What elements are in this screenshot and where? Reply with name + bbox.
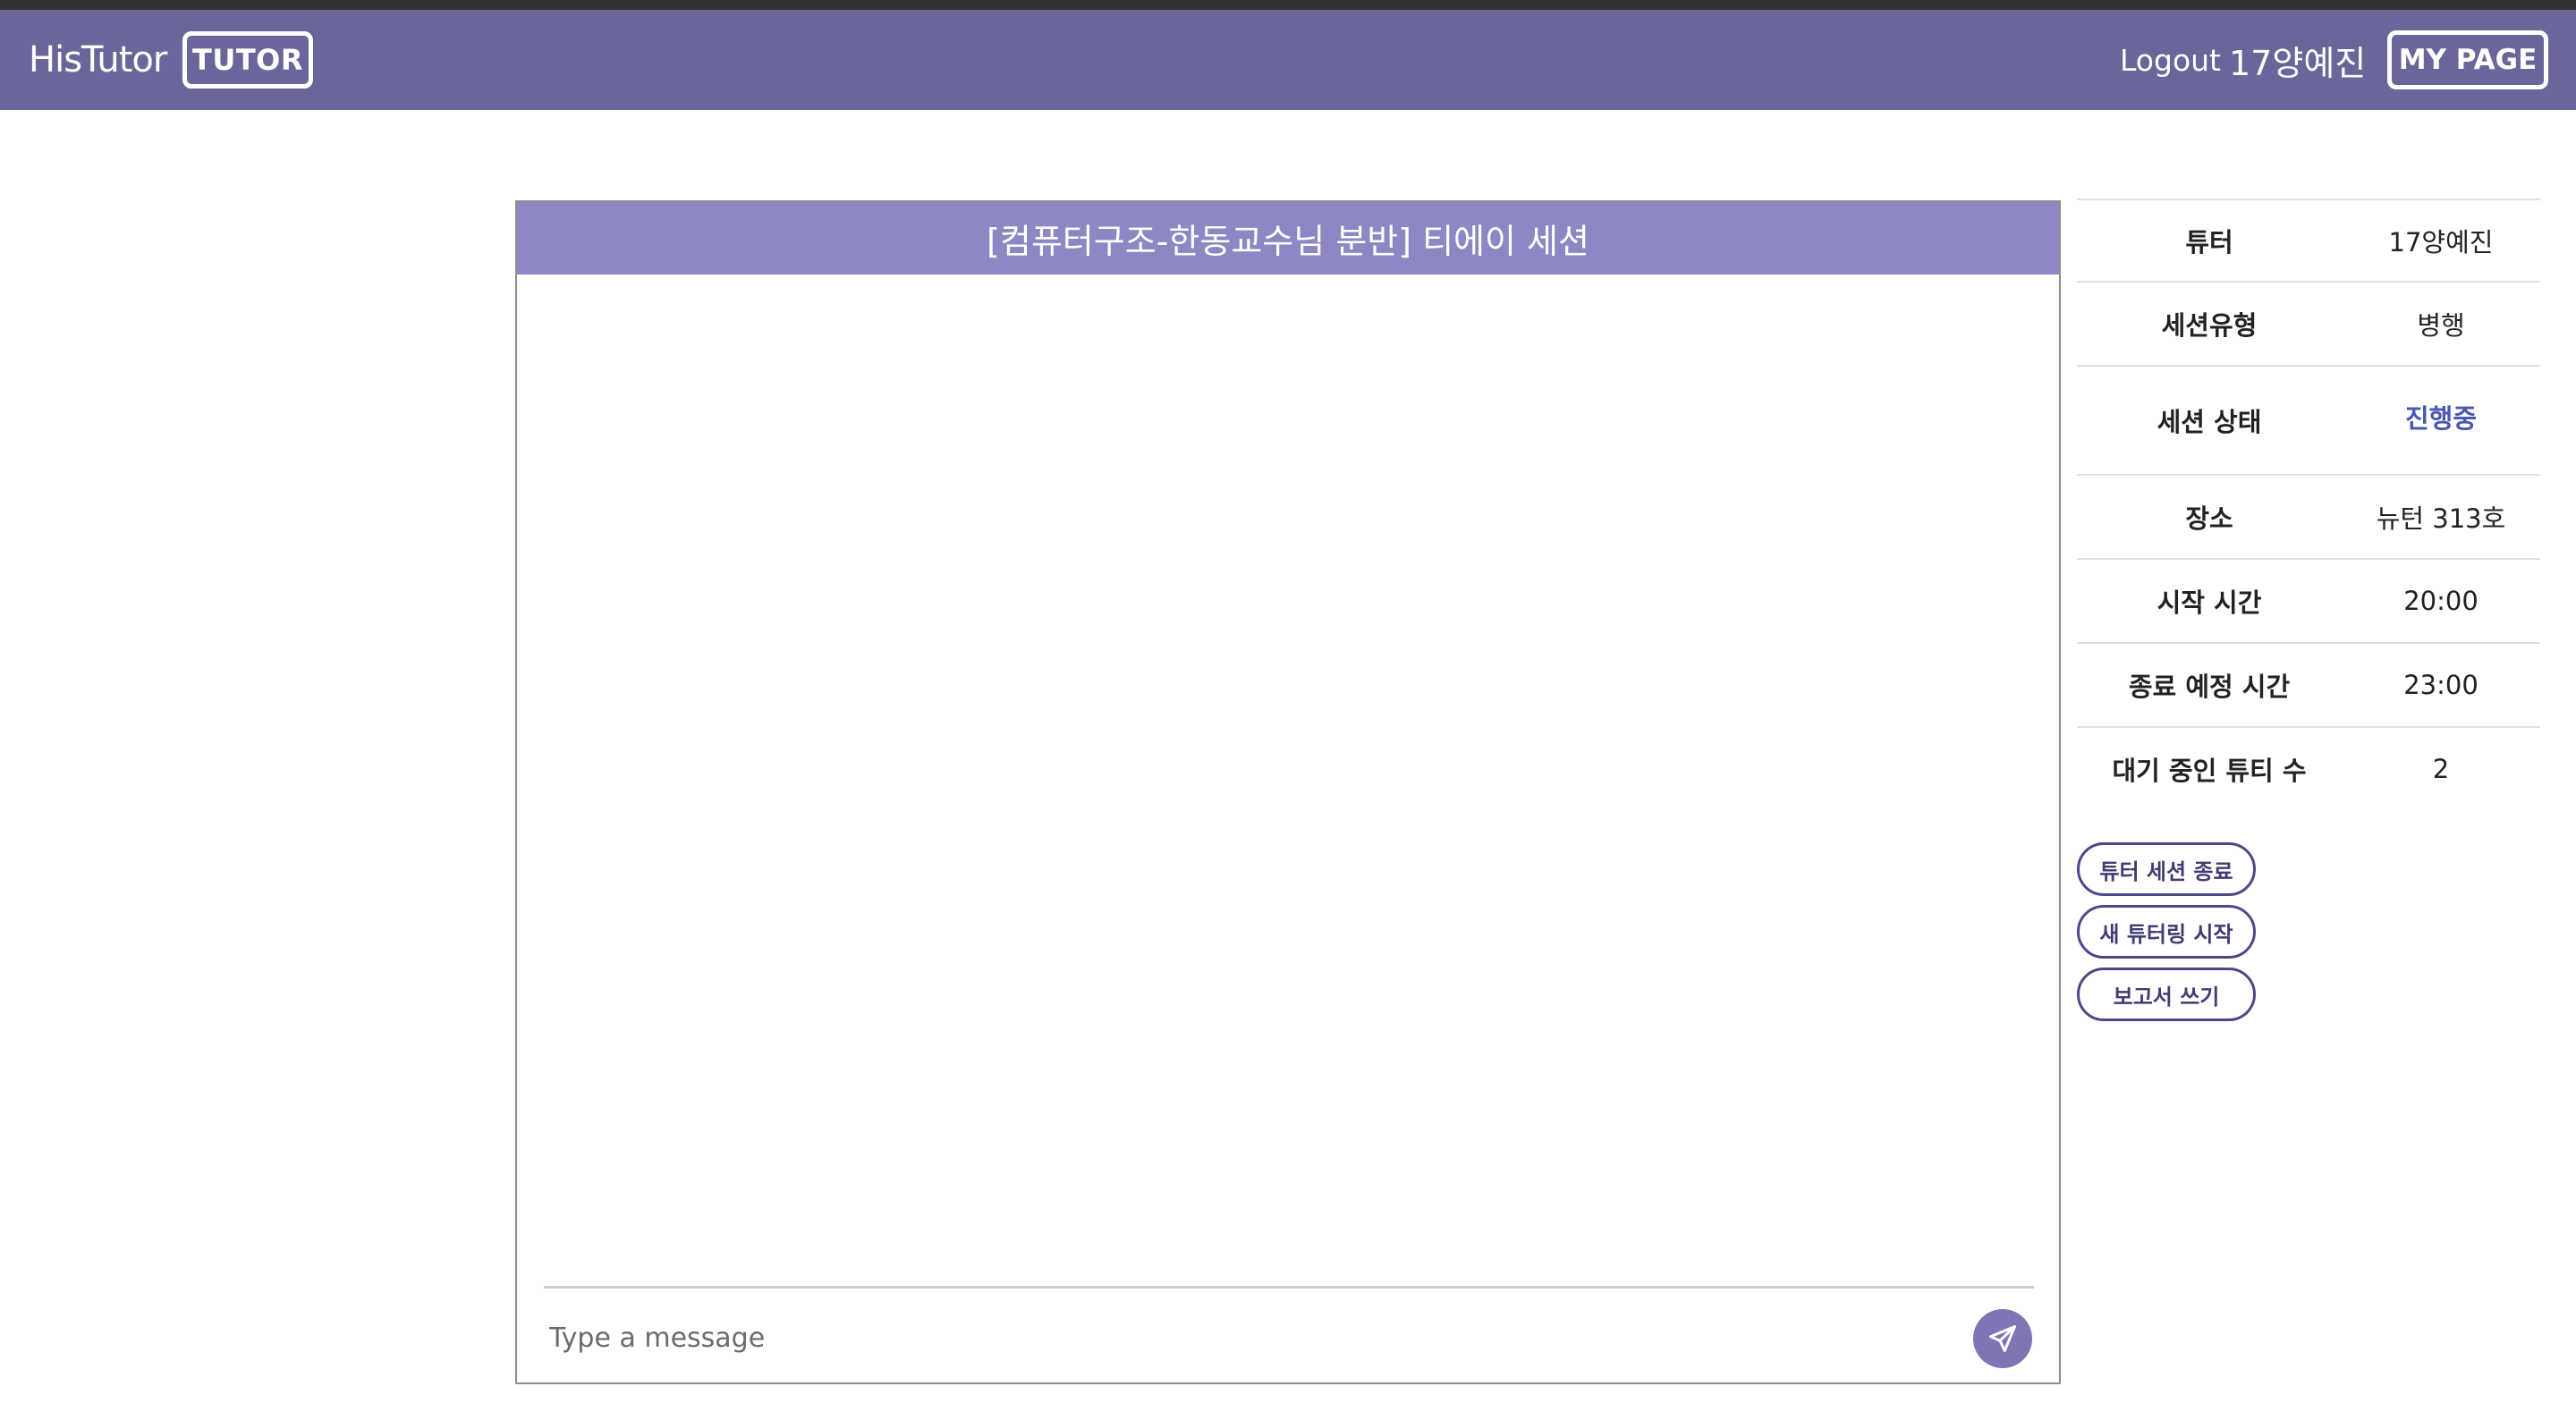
info-row-tutor: 튜터 17양예진 [2077,199,2540,281]
message-input[interactable] [549,1311,1945,1365]
info-value: 17양예진 [2388,227,2494,258]
chat-panel: [컴퓨터구조-한동교수님 분반] 티에이 세션 [515,200,2061,1384]
info-row-start-time: 시작 시간 20:00 [2077,558,2540,642]
brand-logo[interactable]: HisTutor [29,10,167,110]
chat-messages-area[interactable] [517,275,2059,1258]
info-label: 종료 예정 시간 [2128,672,2291,702]
info-label: 세션 상태 [2157,407,2262,437]
end-session-button[interactable]: 튜터 세션 종료 [2077,842,2256,896]
info-value: 23:00 [2403,670,2479,700]
new-tutoring-button[interactable]: 새 튜터링 시작 [2077,905,2256,959]
info-label: 장소 [2185,503,2233,534]
role-badge[interactable]: TUTOR [182,31,313,89]
info-label: 대기 중인 튜티 수 [2112,756,2307,786]
info-value: 20:00 [2403,586,2479,616]
write-report-button[interactable]: 보고서 쓰기 [2077,968,2256,1021]
info-row-location: 장소 뉴턴 313호 [2077,474,2540,558]
session-actions: 튜터 세션 종료 새 튜터링 시작 보고서 쓰기 [2077,842,2256,1030]
navbar: HisTutor TUTOR Logout 17양예진 MY PAGE [0,10,2576,110]
info-row-waiting-count: 대기 중인 튜티 수 2 [2077,726,2540,810]
info-value: 뉴턴 313호 [2376,503,2506,534]
info-value: 병행 [2417,310,2465,341]
send-button[interactable] [1973,1309,2032,1368]
logout-link[interactable]: Logout [2120,10,2221,110]
info-label: 세션유형 [2161,310,2258,341]
info-row-end-time: 종료 예정 시간 23:00 [2077,642,2540,726]
info-label: 튜터 [2185,227,2233,258]
paper-plane-icon [1989,1325,2016,1352]
input-divider [544,1286,2034,1289]
window-top-strip [0,0,2576,10]
info-label: 시작 시간 [2157,587,2262,618]
session-info-table: 튜터 17양예진 세션유형 병행 세션 상태 진행중 장소 뉴턴 313호 시작… [2077,199,2540,810]
status-value: 진행중 [2404,403,2478,434]
info-row-session-type: 세션유형 병행 [2077,281,2540,365]
mypage-button[interactable]: MY PAGE [2387,30,2548,89]
info-row-session-status: 세션 상태 진행중 [2077,365,2540,474]
chat-title: [컴퓨터구조-한동교수님 분반] 티에이 세션 [517,202,2059,275]
username: 17양예진 [2229,43,2367,83]
info-value: 2 [2432,754,2450,784]
